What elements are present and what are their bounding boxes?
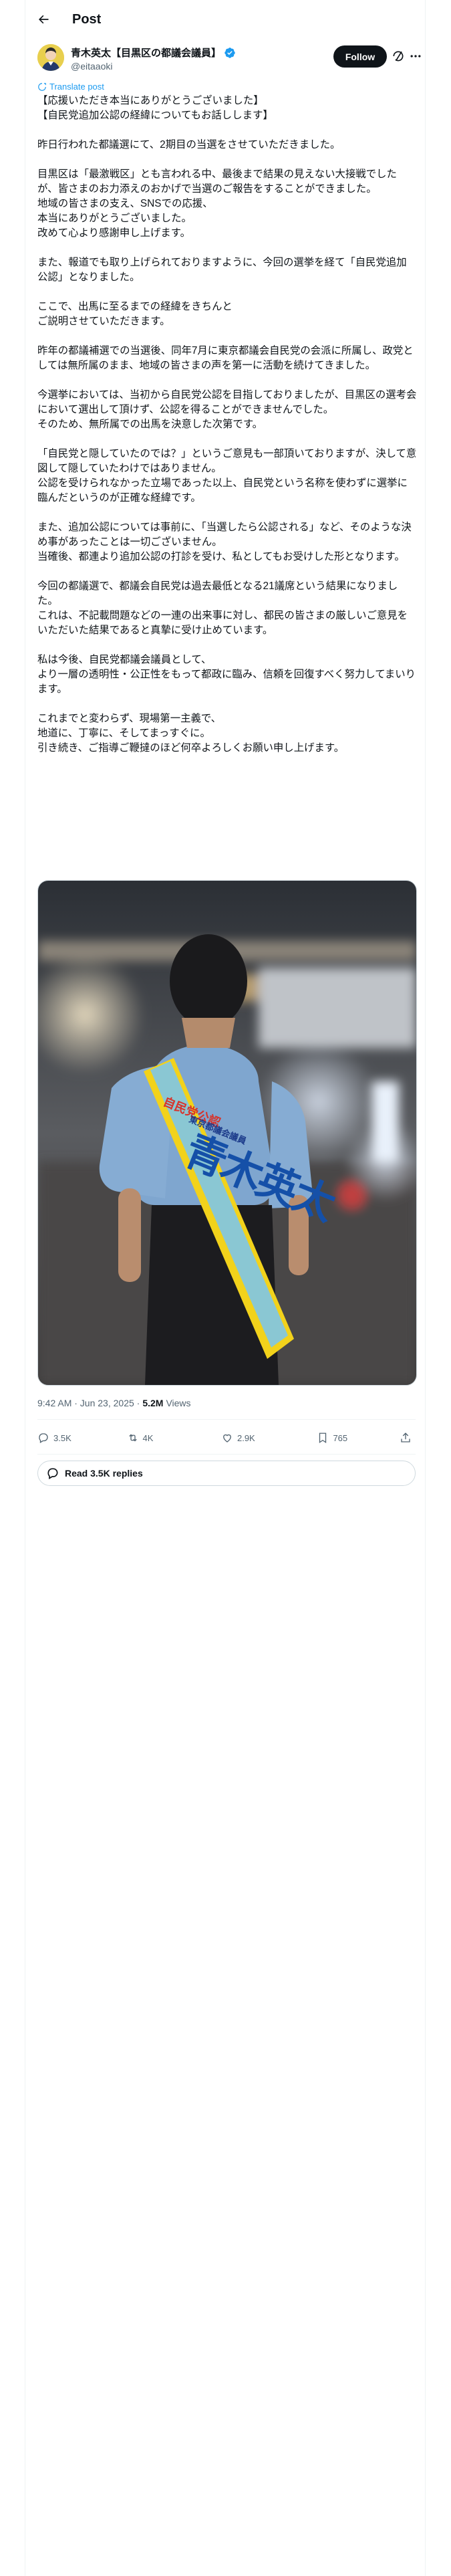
post-text-line: ご説明させていただきます。 — [37, 316, 170, 327]
page-title: Post — [72, 11, 102, 27]
post-text-line: 昨日行われた都議選にて、2期目の当選をさせていただきました。 — [37, 139, 341, 150]
post-text-line: また、報道でも取り上げられておりますように、今回の選挙を経て「自民党追加公認」と… — [37, 257, 407, 283]
post-text-line: より一層の透明性・公正性をもって都政に臨み、信頼を回復すべく努力してまいります。 — [37, 669, 416, 695]
repost-icon — [128, 1434, 137, 1442]
post-text-line: 本当にありがとうございました。 — [37, 213, 192, 224]
top-bar: Post — [25, 0, 426, 39]
arrow-left-icon — [39, 15, 49, 24]
like-button[interactable]: 2.9K — [221, 1432, 317, 1444]
reply-icon — [39, 1433, 48, 1443]
post-text: 【応援いただき本当にありがとうございました】 【自民党追加公認の経緯についてもお話… — [37, 94, 417, 756]
views-count: 5.2M — [142, 1398, 164, 1408]
post-text-line: 昨年の都議補選での当選後、同年7月に東京都議会自民党の会派に所属し、政党としては… — [37, 345, 414, 371]
post-text-line: 地域の皆さまの支え、SNSでの応援、 — [37, 198, 213, 209]
action-bar: 3.5K 4K 2.9K 765 — [37, 1424, 416, 1451]
post-text-line: 当確後、都連より追加公認の打診を受け、私としてもお受けした形となります。 — [37, 551, 405, 562]
post-text-line: 私は今後、自民党都議会議員として、 — [37, 654, 212, 665]
post-text-line: 地道に、丁寧に、そしてまっすぐに。 — [37, 728, 210, 739]
post-meta: 9:42 AM · Jun 23, 2025 · 5.2M Views — [37, 1390, 191, 1416]
post-text-line: これまでと変わらず、現場第一主義で、 — [37, 713, 222, 724]
bookmark-button[interactable]: 765 — [317, 1432, 400, 1444]
reply-count: 3.5K — [53, 1432, 71, 1443]
read-replies-button[interactable]: Read 3.5K replies — [37, 1461, 416, 1486]
more-options-icon[interactable] — [409, 49, 422, 63]
main-column: Post 青木英太【目黒区の都議会議員】 @eitaaoki Follow Tr… — [25, 0, 426, 2576]
post-author: 青木英太【目黒区の都議会議員】 @eitaaoki Follow — [25, 44, 426, 74]
views-label: Views — [166, 1398, 191, 1408]
post-text-line: 目黒区は「最激戦区」とも言われる中、最後まで結果の見えない大接戦でしたが、皆さま… — [37, 169, 397, 195]
post-text-line: 「自民党と隠していたのでは？」というご意見も一部頂いておりますが、決して意図して… — [37, 448, 417, 474]
post-photo[interactable]: 自民党公認 東京都議会議員 青木英太 — [37, 880, 417, 1386]
heart-icon — [223, 1434, 231, 1442]
campaign-photo-image: 自民党公認 東京都議会議員 青木英太 — [38, 881, 416, 1385]
translate-post-link[interactable]: Translate post — [37, 82, 104, 92]
share-icon — [401, 1432, 410, 1442]
like-count: 2.9K — [237, 1432, 255, 1443]
author-names: 青木英太【目黒区の都議会議員】 @eitaaoki — [71, 45, 236, 72]
post-text-line: 公認を受けられなかった立場であった以上、自民党という名称を使わずに選挙に臨んだと… — [37, 477, 408, 504]
post-text-line: 【自民党追加公認の経緯についてもお話しします】 — [37, 110, 273, 121]
divider — [37, 1454, 416, 1455]
verified-badge-icon — [224, 47, 235, 58]
post-text-line: 今選挙においては、当初から自民党公認を目指しておりましたが、目黒区の選考会におい… — [37, 389, 417, 415]
grok-icon[interactable] — [392, 49, 405, 63]
bookmark-icon — [319, 1432, 327, 1444]
post-text-line: そのため、無所属での出馬を決意した次第です。 — [37, 419, 263, 430]
repost-count: 4K — [142, 1432, 154, 1443]
divider — [37, 1419, 416, 1420]
post-text-line: 今回の都議選で、都議会自民党は過去最低となる21議席という結果になりました。 — [37, 580, 398, 607]
avatar-image — [37, 44, 64, 71]
read-replies-label: Read 3.5K replies — [65, 1468, 143, 1479]
share-button[interactable] — [400, 1432, 416, 1444]
author-name[interactable]: 青木英太【目黒区の都議会議員】 — [71, 45, 221, 60]
avatar[interactable] — [37, 44, 64, 71]
repost-button[interactable]: 4K — [127, 1432, 221, 1444]
bookmark-count: 765 — [333, 1432, 348, 1443]
translate-label: Translate post — [49, 82, 104, 92]
post-text-line: これは、不記載問題などの一連の出来事に対し、都民の皆さまの厳しいご意見をいただい… — [37, 610, 408, 636]
post-text-line: ここで、出馬に至るまでの経緯をきちんと — [37, 301, 233, 312]
post-text-line: 【応援いただき本当にありがとうございました】 — [37, 95, 264, 106]
follow-button[interactable]: Follow — [333, 45, 387, 68]
post-text-line: 改めて心より感謝申し上げます。 — [37, 227, 191, 239]
post-timestamp[interactable]: 9:42 AM · Jun 23, 2025 · — [37, 1398, 140, 1408]
reply-button[interactable]: 3.5K — [37, 1432, 127, 1444]
author-handle[interactable]: @eitaaoki — [71, 61, 236, 72]
back-button[interactable] — [32, 8, 55, 31]
translate-icon — [38, 82, 46, 91]
post-text-line: また、追加公認については事前に、「当選したら公認される」など、そのような決め事が… — [37, 522, 412, 548]
post-text-line: 引き続き、ご指導ご鞭撻のほど何卒よろしくお願い申し上げます。 — [37, 742, 345, 754]
reply-bubble-icon — [47, 1468, 58, 1479]
